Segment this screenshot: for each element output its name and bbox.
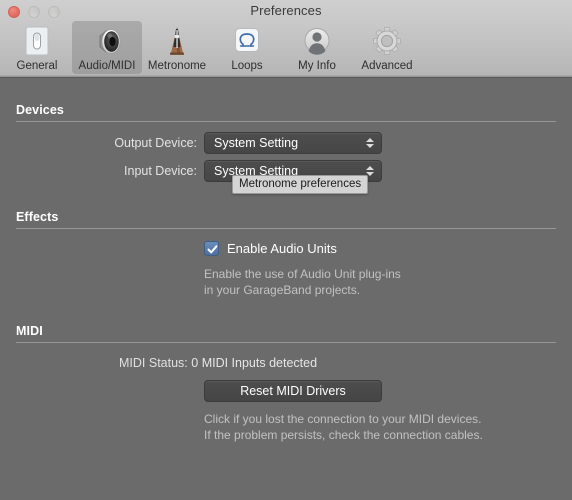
toolbar-label-advanced: Advanced	[361, 60, 413, 72]
effects-help-line-2: in your GarageBand projects.	[204, 283, 361, 297]
output-device-label: Output Device:	[114, 136, 197, 150]
section-divider-effects	[16, 228, 556, 229]
gear-icon	[368, 24, 406, 58]
midi-help-line-1: Click if you lost the connection to your…	[204, 412, 482, 426]
enable-audio-units-checkbox[interactable]	[204, 241, 219, 256]
effects-help-line-1: Enable the use of Audio Unit plug-ins	[204, 267, 401, 281]
midi-status: MIDI Status: 0 MIDI Inputs detected	[119, 356, 317, 370]
preferences-content: Devices Output Device: System Setting In…	[0, 78, 572, 500]
light-switch-icon	[18, 24, 56, 58]
chevron-updown-icon	[364, 135, 375, 151]
toolbar-label-audio-midi: Audio/MIDI	[78, 60, 136, 72]
midi-status-label: MIDI Status:	[119, 356, 188, 370]
midi-help-line-2: If the problem persists, check the conne…	[204, 428, 483, 442]
output-device-value: System Setting	[214, 136, 299, 150]
metronome-icon	[158, 24, 196, 58]
toolbar-label-loops: Loops	[231, 60, 263, 72]
preferences-toolbar: General Audio/MIDI Metronome Loops My In…	[2, 21, 422, 74]
section-header-midi: MIDI	[16, 324, 43, 338]
speaker-icon	[88, 24, 126, 58]
toolbar-label-general: General	[16, 60, 58, 72]
window-title: Preferences	[250, 3, 322, 18]
preferences-window: Preferences General Audio/MIDI Metronome…	[0, 0, 572, 500]
toolbar-item-audio-midi[interactable]: Audio/MIDI	[72, 21, 142, 74]
loop-omega-icon	[228, 24, 266, 58]
toolbar-item-loops[interactable]: Loops	[212, 21, 282, 74]
section-divider-devices	[16, 121, 556, 122]
toolbar-label-my-info: My Info	[298, 60, 336, 72]
checkmark-icon	[207, 245, 218, 254]
tooltip-metronome-preferences: Metronome preferences	[232, 175, 369, 194]
midi-status-value: 0 MIDI Inputs detected	[191, 356, 318, 370]
toolbar-item-advanced[interactable]: Advanced	[352, 21, 422, 74]
toolbar-label-metronome: Metronome	[147, 60, 207, 72]
input-device-label: Input Device:	[124, 164, 197, 178]
person-icon	[298, 24, 336, 58]
section-header-devices: Devices	[16, 103, 64, 117]
toolbar-item-my-info[interactable]: My Info	[282, 21, 352, 74]
toolbar-item-general[interactable]: General	[2, 21, 72, 74]
window-titlebar: Preferences General Audio/MIDI Metronome…	[0, 0, 572, 78]
section-header-effects: Effects	[16, 210, 59, 224]
enable-audio-units-label: Enable Audio Units	[227, 241, 337, 256]
toolbar-item-metronome[interactable]: Metronome	[142, 21, 212, 74]
reset-midi-drivers-button[interactable]: Reset MIDI Drivers	[204, 380, 382, 402]
output-device-popup[interactable]: System Setting	[204, 132, 382, 154]
enable-audio-units-row[interactable]: Enable Audio Units	[204, 241, 337, 256]
section-divider-midi	[16, 342, 556, 343]
